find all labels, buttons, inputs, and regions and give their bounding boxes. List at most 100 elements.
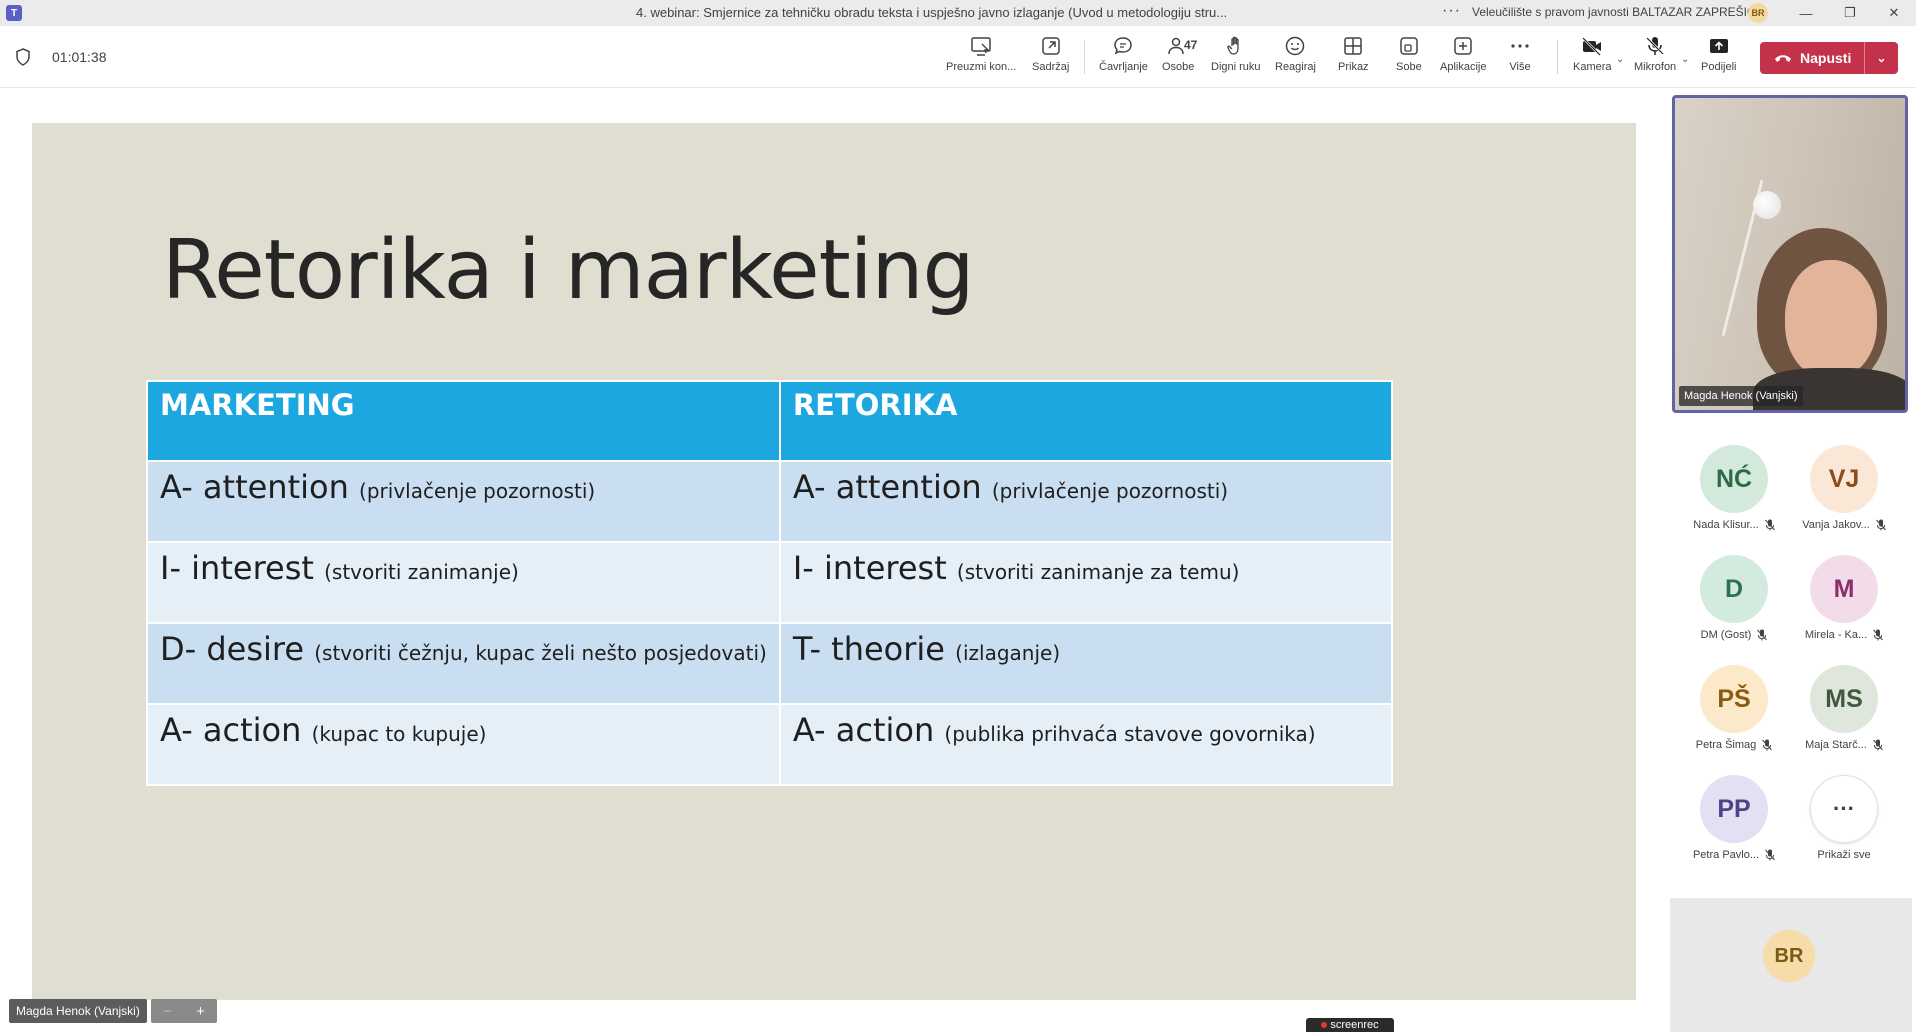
cell-term: D- desire (160, 630, 315, 668)
participant-avatar: PŠ (1700, 665, 1768, 733)
minimize-button[interactable]: — (1786, 2, 1826, 24)
presenter-name-tag: Magda Henok (Vanjski) (9, 999, 147, 1023)
header-marketing: MARKETING (146, 380, 781, 462)
camera-off-icon (1582, 37, 1602, 56)
record-dot-icon (1321, 1022, 1328, 1028)
zoom-controls: − + (151, 999, 217, 1023)
cell-term: I- interest (792, 549, 957, 587)
table-cell: D- desire (stvoriti čežnju, kupac želi n… (146, 622, 781, 705)
window-title-bar: T 4. webinar: Smjernice za tehničku obra… (0, 0, 1916, 26)
participant-name: Petra Pavlo... (1692, 849, 1760, 861)
ellipsis-icon: ··· (1810, 775, 1878, 843)
mic-muted-icon (1762, 739, 1773, 751)
mic-muted-icon (1875, 519, 1886, 531)
toolbar-divider (1084, 40, 1085, 74)
rooms-label: Sobe (1396, 61, 1422, 73)
table-cell: A- action (kupac to kupuje) (146, 703, 781, 786)
react-button[interactable]: Reagiraj (1275, 34, 1316, 82)
speaker-video-tile[interactable]: Magda Henok (Vanjski) (1672, 95, 1908, 413)
maximize-button[interactable]: ❐ (1830, 2, 1870, 24)
take-control-button[interactable]: Preuzmi kon... (946, 34, 1016, 82)
participant-tile[interactable]: D DM (Gost) (1679, 555, 1789, 645)
cell-note: (privlačenje pozornosti) (359, 479, 596, 503)
leave-main[interactable]: Napusti (1760, 42, 1864, 74)
mic-muted-icon (1873, 739, 1883, 751)
cell-term: A- action (792, 711, 945, 749)
self-avatar: BR (1763, 930, 1815, 982)
apps-button[interactable]: Aplikacije (1440, 34, 1486, 82)
leave-button[interactable]: Napusti ⌄ (1760, 42, 1898, 74)
view-label: Prikaz (1338, 61, 1369, 73)
close-button[interactable]: ✕ (1874, 2, 1914, 24)
organization-name: Veleučilište s pravom javnosti BALTAZAR … (1472, 5, 1756, 19)
camera-button[interactable]: Kamera (1573, 34, 1612, 82)
cell-term: T- theorie (792, 630, 956, 668)
hand-icon (1227, 36, 1239, 55)
rooms-icon (1400, 37, 1418, 55)
more-label: Više (1509, 61, 1531, 73)
participants-panel: Magda Henok (Vanjski) NĆ Nada Klisur... … (1666, 88, 1916, 1032)
table-cell: T- theorie (izlaganje) (778, 622, 1394, 705)
comparison-table: MARKETING RETORIKA A- attention (privlač… (146, 380, 1394, 786)
table-header-row: MARKETING RETORIKA (146, 380, 1394, 462)
mic-options-chevron-icon[interactable]: ⌄ (1681, 54, 1689, 65)
lamp-light (1753, 191, 1781, 219)
cell-term: A- attention (160, 468, 360, 506)
participant-tile[interactable]: PP Petra Pavlo... (1679, 775, 1789, 865)
participant-name: Maja Starč... (1805, 739, 1867, 751)
header-retorika: RETORIKA (778, 380, 1394, 462)
participant-tile[interactable]: NĆ Nada Klisur... (1679, 445, 1789, 535)
teams-logo-icon: T (6, 5, 22, 21)
account-avatar[interactable]: BR (1748, 3, 1768, 23)
mic-off-icon (1646, 37, 1665, 55)
raise-hand-label: Digni ruku (1211, 61, 1261, 73)
shared-screen-stage: Retorika i marketing MARKETING RETORIKA … (0, 88, 1666, 1032)
raise-hand-button[interactable]: Digni ruku (1211, 34, 1261, 82)
grid-icon (1344, 37, 1363, 55)
participant-tile[interactable]: M Mirela - Ka... (1789, 555, 1899, 645)
table-row: D- desire (stvoriti čežnju, kupac želi n… (146, 622, 1394, 705)
zoom-in-button[interactable]: + (196, 1003, 205, 1020)
participant-tile[interactable]: MS Maja Starč... (1789, 665, 1899, 755)
apps-label: Aplikacije (1440, 61, 1487, 73)
share-icon (1709, 39, 1728, 53)
zoom-out-button[interactable]: − (163, 1003, 172, 1020)
table-cell: A- attention (privlačenje pozornosti) (778, 460, 1394, 543)
table-cell: A- attention (privlačenje pozornosti) (146, 460, 781, 543)
toolbar-divider (1557, 40, 1558, 74)
share-button[interactable]: Podijeli (1701, 34, 1736, 82)
people-button[interactable]: 47 Osobe (1162, 34, 1197, 82)
participant-avatar: VJ (1810, 445, 1878, 513)
watermark-text: screenrec (1330, 1019, 1379, 1031)
speaker-face (1785, 260, 1877, 378)
participant-name: DM (Gost) (1700, 629, 1752, 641)
more-button[interactable]: Više (1508, 34, 1532, 82)
mic-button[interactable]: Mikrofon (1634, 34, 1676, 82)
title-more-icon[interactable]: ··· (1442, 2, 1461, 20)
meeting-timer: 01:01:38 (52, 49, 107, 65)
cell-term: A- attention (792, 468, 992, 506)
content-button[interactable]: Sadržaj (1032, 34, 1069, 82)
take-control-icon (971, 37, 991, 56)
rooms-button[interactable]: Sobe (1396, 34, 1422, 82)
meeting-title: 4. webinar: Smjernice za tehničku obradu… (636, 5, 1228, 20)
participant-name: Vanja Jakov... (1802, 519, 1870, 531)
take-control-label: Preuzmi kon... (946, 61, 1017, 73)
show-all-participants-button[interactable]: ··· Prikaži sve (1789, 775, 1899, 865)
cell-note: (stvoriti zanimanje) (324, 560, 519, 584)
plus-icon (1454, 37, 1472, 55)
participant-tile[interactable]: PŠ Petra Šimag (1679, 665, 1789, 755)
content-label: Sadržaj (1032, 61, 1070, 73)
shield-icon (16, 48, 30, 66)
leave-options-chevron-icon[interactable]: ⌄ (1864, 42, 1898, 74)
cell-note: (kupac to kupuje) (311, 722, 487, 746)
camera-options-chevron-icon[interactable]: ⌄ (1616, 54, 1624, 65)
participant-avatar: M (1810, 555, 1878, 623)
self-video-tile[interactable]: BR (1670, 898, 1912, 1032)
video-name-label: Magda Henok (Vanjski) (1679, 386, 1803, 406)
view-button[interactable]: Prikaz (1338, 34, 1369, 82)
participant-avatar: NĆ (1700, 445, 1768, 513)
participant-name: Nada Klisur... (1693, 519, 1759, 531)
participant-tile[interactable]: VJ Vanja Jakov... (1789, 445, 1899, 535)
chat-button[interactable]: Čavrljanje (1099, 34, 1148, 82)
